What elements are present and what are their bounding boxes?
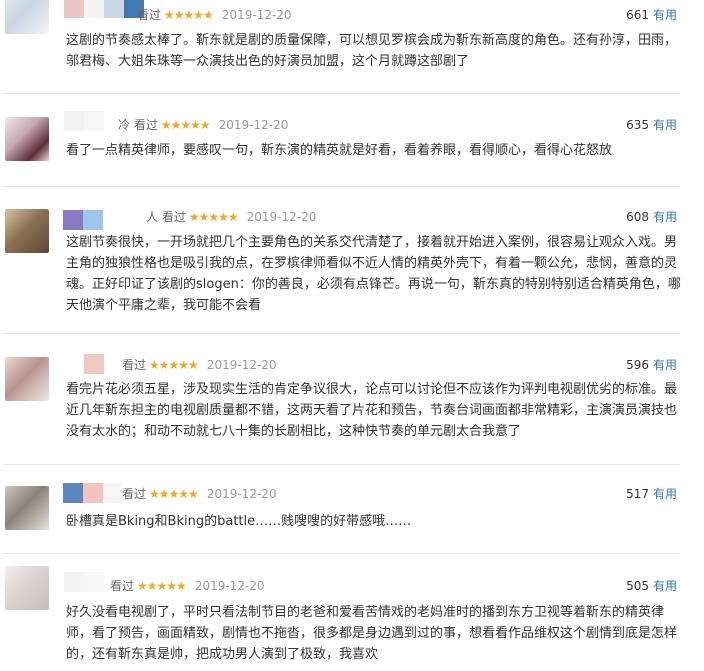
review-content: 看了一点精英律师，要感叹一句，靳东演的精英就是好看，看着养眼，看得顺心，看得心花… — [66, 143, 613, 158]
divider — [3, 186, 680, 187]
watched-label: 看过 — [122, 358, 147, 372]
review-content: 看完片花必须五星，涉及现实生活的肯定争议很大，论点可以讨论但不应该作为评判电视剧… — [66, 382, 678, 439]
review-meta: 看过 ★★★★★ 2019-12-20 — [137, 7, 292, 23]
vote-area: 635 有用 — [626, 117, 677, 133]
username-mosaic[interactable] — [64, 111, 104, 131]
vote-count: 505 — [626, 579, 649, 593]
watched-label: 冷 看过 — [118, 118, 158, 132]
review-date: 2019-12-20 — [206, 487, 277, 501]
review-meta: 冷 看过 ★★★★★ 2019-12-20 — [118, 117, 288, 133]
avatar[interactable] — [5, 566, 49, 610]
divider — [3, 553, 680, 554]
review-meta: 看过 ★★★★★ 2019-12-20 — [122, 357, 277, 373]
rating-stars: ★★★★★ — [137, 579, 187, 593]
avatar[interactable] — [5, 117, 49, 161]
review-content: 卧槽真是Bking和Bking的battle……贱嗖嗖的好带感哦…… — [66, 514, 412, 529]
useful-button[interactable]: 有用 — [653, 210, 677, 224]
username-mosaic[interactable] — [84, 354, 104, 374]
avatar[interactable] — [5, 209, 49, 253]
review-meta: 看过 ★★★★★ 2019-12-20 — [122, 486, 277, 502]
watched-label: 看过 — [110, 579, 135, 593]
watched-label: 人 看过 — [146, 210, 186, 224]
rating-stars: ★★★★★ — [164, 8, 214, 22]
useful-button[interactable]: 有用 — [653, 8, 677, 22]
review-date: 2019-12-20 — [218, 118, 289, 132]
avatar[interactable] — [5, 486, 49, 530]
avatar[interactable] — [5, 0, 49, 34]
rating-stars: ★★★★★ — [149, 487, 199, 501]
username-mosaic[interactable] — [63, 210, 103, 230]
useful-button[interactable]: 有用 — [653, 118, 677, 132]
watched-label: 看过 — [137, 8, 162, 22]
vote-area: 661 有用 — [626, 7, 677, 23]
rating-stars: ★★★★★ — [188, 210, 239, 224]
vote-area: 505 有用 — [626, 578, 677, 594]
username-mosaic[interactable] — [63, 483, 123, 503]
vote-count: 596 — [626, 358, 649, 372]
review-content: 这剧节奏很快，一开场就把几个主要角色的关系交代清楚了，接着就开始进入案例，很容易… — [66, 235, 681, 313]
avatar[interactable] — [5, 357, 49, 401]
divider — [3, 93, 680, 94]
divider — [3, 333, 680, 334]
vote-count: 608 — [626, 210, 649, 224]
username-mosaic[interactable] — [64, 0, 144, 18]
useful-button[interactable]: 有用 — [653, 579, 677, 593]
vote-area: 596 有用 — [626, 357, 677, 373]
username-mosaic[interactable] — [64, 572, 104, 592]
vote-area: 608 有用 — [626, 209, 677, 225]
divider — [3, 464, 680, 465]
vote-count: 661 — [626, 8, 649, 22]
vote-count: 635 — [626, 118, 649, 132]
watched-label: 看过 — [122, 487, 147, 501]
review-date: 2019-12-20 — [221, 8, 292, 22]
rating-stars: ★★★★★ — [149, 358, 199, 372]
review-meta: 人 看过 ★★★★★ 2019-12-20 — [146, 209, 316, 225]
useful-button[interactable]: 有用 — [653, 487, 677, 501]
review-meta: 看过 ★★★★★ 2019-12-20 — [110, 578, 265, 594]
review-content: 这剧的节奏感太棒了。靳东就是剧的质量保障，可以想见罗槟会成为靳东新高度的角色。还… — [66, 33, 678, 69]
review-date: 2019-12-20 — [206, 358, 277, 372]
vote-area: 517 有用 — [626, 486, 677, 502]
rating-stars: ★★★★★ — [160, 118, 211, 132]
review-date: 2019-12-20 — [246, 210, 317, 224]
vote-count: 517 — [626, 487, 649, 501]
review-content: 好久没看电视剧了，平时只看法制节目的老爸和爱看苦情戏的老妈准时的播到东方卫视等着… — [66, 605, 678, 662]
useful-button[interactable]: 有用 — [653, 358, 677, 372]
review-date: 2019-12-20 — [194, 579, 265, 593]
